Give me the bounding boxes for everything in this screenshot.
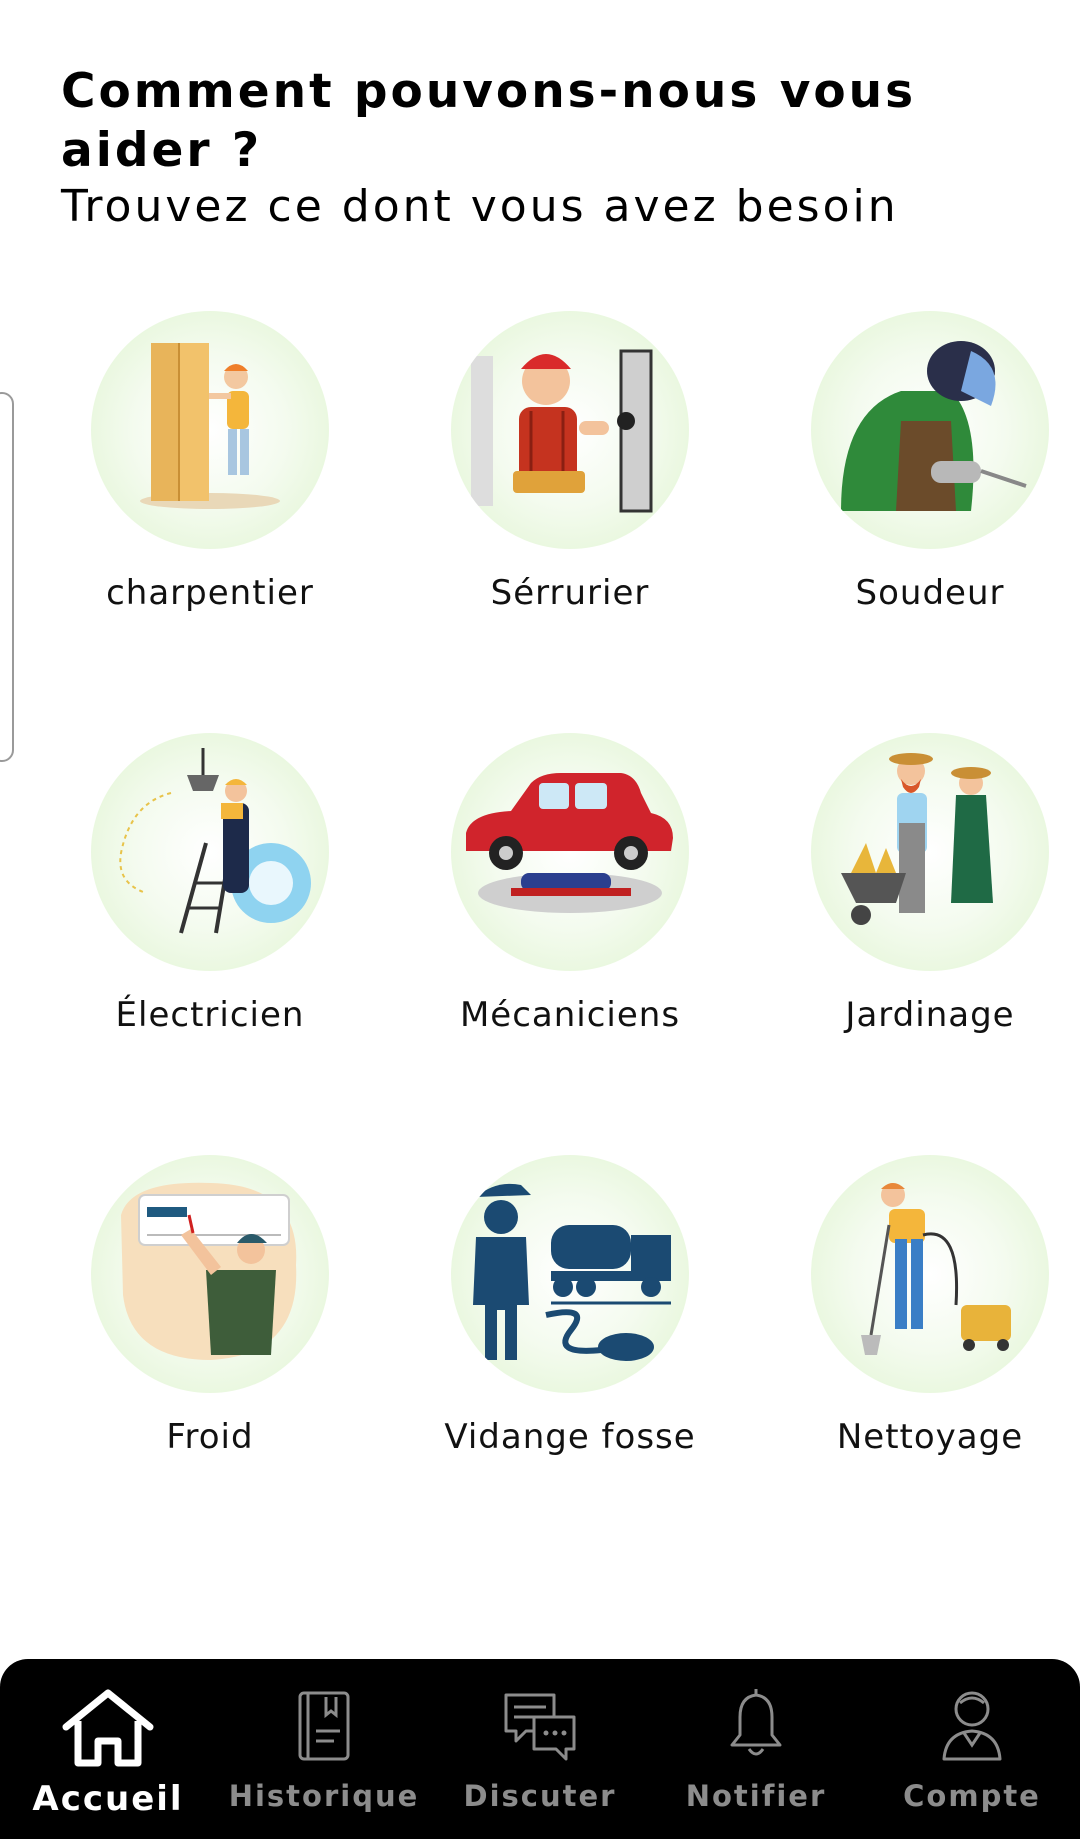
locksmith-icon — [451, 311, 689, 549]
nav-label: Notifier — [685, 1779, 827, 1813]
service-label: Jardinage — [845, 995, 1015, 1035]
nav-label: Discuter — [463, 1779, 617, 1813]
service-nettoyage[interactable]: Nettoyage — [780, 1155, 1080, 1457]
service-label: Soudeur — [855, 573, 1005, 613]
home-icon — [62, 1689, 154, 1767]
service-froid[interactable]: Froid — [60, 1155, 360, 1457]
service-mecaniciens[interactable]: Mécaniciens — [420, 733, 720, 1035]
page-header: Comment pouvons-nous vous aider ? Trouve… — [61, 62, 1021, 234]
service-label: Nettoyage — [836, 1417, 1024, 1457]
septic-truck-icon — [451, 1155, 689, 1393]
gardening-icon — [811, 733, 1049, 971]
nav-label: Accueil — [32, 1779, 184, 1819]
service-serrurier[interactable]: Sérrurier — [420, 311, 720, 613]
service-vidange-fosse[interactable]: Vidange fosse — [420, 1155, 720, 1457]
cleaning-icon — [811, 1155, 1049, 1393]
nav-label: Historique — [228, 1779, 420, 1813]
service-label: Froid — [166, 1417, 254, 1457]
nav-item-compte[interactable]: Compte — [872, 1687, 1072, 1813]
history-book-icon — [298, 1691, 350, 1761]
nav-item-notifier[interactable]: Notifier — [656, 1687, 856, 1813]
service-label: charpentier — [106, 573, 314, 613]
service-label: Électricien — [115, 995, 305, 1035]
page-subtitle: Trouvez ce dont vous avez besoin — [61, 181, 899, 232]
air-conditioning-icon — [91, 1155, 329, 1393]
service-label: Sérrurier — [490, 573, 650, 613]
service-label: Mécaniciens — [459, 995, 681, 1035]
user-icon — [942, 1691, 1002, 1761]
carpenter-icon — [91, 311, 329, 549]
mechanic-icon — [451, 733, 689, 971]
service-charpentier[interactable]: charpentier — [60, 311, 360, 613]
bell-icon — [730, 1689, 782, 1756]
nav-item-discuter[interactable]: Discuter — [440, 1687, 640, 1813]
page-title: Comment pouvons-nous vous aider ? — [61, 64, 917, 178]
nav-item-historique[interactable]: Historique — [224, 1687, 424, 1813]
service-label: Vidange fosse — [444, 1417, 696, 1457]
welder-icon — [811, 311, 1049, 549]
side-drawer-handle[interactable] — [0, 392, 14, 762]
bottom-nav: Accueil Historique Discuter Notifier Com… — [0, 1659, 1080, 1839]
nav-item-accueil[interactable]: Accueil — [8, 1687, 208, 1819]
nav-label: Compte — [903, 1779, 1041, 1813]
service-electricien[interactable]: Électricien — [60, 733, 360, 1035]
chat-icon — [504, 1693, 576, 1761]
service-jardinage[interactable]: Jardinage — [780, 733, 1080, 1035]
electrician-icon — [91, 733, 329, 971]
service-soudeur[interactable]: Soudeur — [780, 311, 1080, 613]
